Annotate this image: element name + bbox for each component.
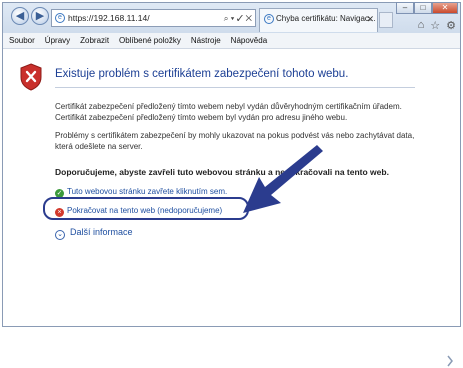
menu-zobrazit[interactable]: Zobrazit [80,33,109,48]
pointer-arrow-icon [243,145,323,213]
address-url: https://192.168.11.14/ [68,13,150,23]
chevron-down-icon: ⌄ [55,230,65,240]
forward-arrow-icon[interactable]: ▶ [31,7,49,25]
settings-gear-icon[interactable]: ⚙ [446,19,456,32]
new-tab-button[interactable] [379,12,393,28]
menu-bar: Soubor Úpravy Zobrazit Oblíbené položky … [3,33,460,49]
tab-title: Chyba certifikátu: Navigac... [276,14,376,23]
error-shield-icon [20,63,42,91]
menu-napoveda[interactable]: Nápověda [231,33,267,48]
menu-oblibene[interactable]: Oblíbené položky [119,33,181,48]
tab-certificate-error[interactable]: e Chyba certifikátu: Navigac... ✕ [259,8,378,32]
resize-grip-icon [447,355,453,367]
divider [55,87,415,88]
page-title: Existuje problém s certifikátem zabezpeč… [55,68,349,80]
maximize-button[interactable]: □ [414,2,432,14]
recommendation-text: Doporučujeme, abyste zavřeli tuto webovo… [55,167,389,177]
ie-page-icon: e [55,13,65,23]
back-arrow-icon[interactable]: ◀ [11,7,29,25]
highlight-oval [43,197,249,220]
title-bar: ◀ ▶ e https://192.168.11.14/ ⌕ ▾ ✓ ✕ e C… [3,2,460,33]
favorites-star-icon[interactable]: ☆ [430,19,440,32]
close-window-button[interactable]: ✕ [432,2,458,14]
more-info-toggle[interactable]: ⌄ Další informace [55,227,133,240]
menu-upravy[interactable]: Úpravy [45,33,70,48]
explanation-paragraph: Certifikát zabezpečení předložený tímto … [55,102,402,122]
tab-close-icon[interactable]: ✕ [366,9,374,29]
close-page-link-label: Tuto webovou stránku zavřete kliknutím s… [67,187,228,196]
menu-nastroje[interactable]: Nástroje [191,33,221,48]
menu-soubor[interactable]: Soubor [9,33,35,48]
page-content: Existuje problém s certifikátem zabezpeč… [3,50,460,367]
minimize-button[interactable]: – [396,2,414,14]
home-icon[interactable]: ⌂ [418,19,425,32]
address-bar[interactable]: e https://192.168.11.14/ ⌕ ▾ ✓ ✕ [51,9,256,27]
window-controls: – □ ✕ [396,2,458,14]
ie-tab-icon: e [264,14,274,24]
more-info-label: Další informace [70,227,133,237]
address-tools[interactable]: ⌕ ▾ ✓ ✕ [224,10,252,26]
browser-window: ◀ ▶ e https://192.168.11.14/ ⌕ ▾ ✓ ✕ e C… [2,2,461,367]
toolbar-icons: ⌂ ☆ ⚙ [418,19,456,32]
